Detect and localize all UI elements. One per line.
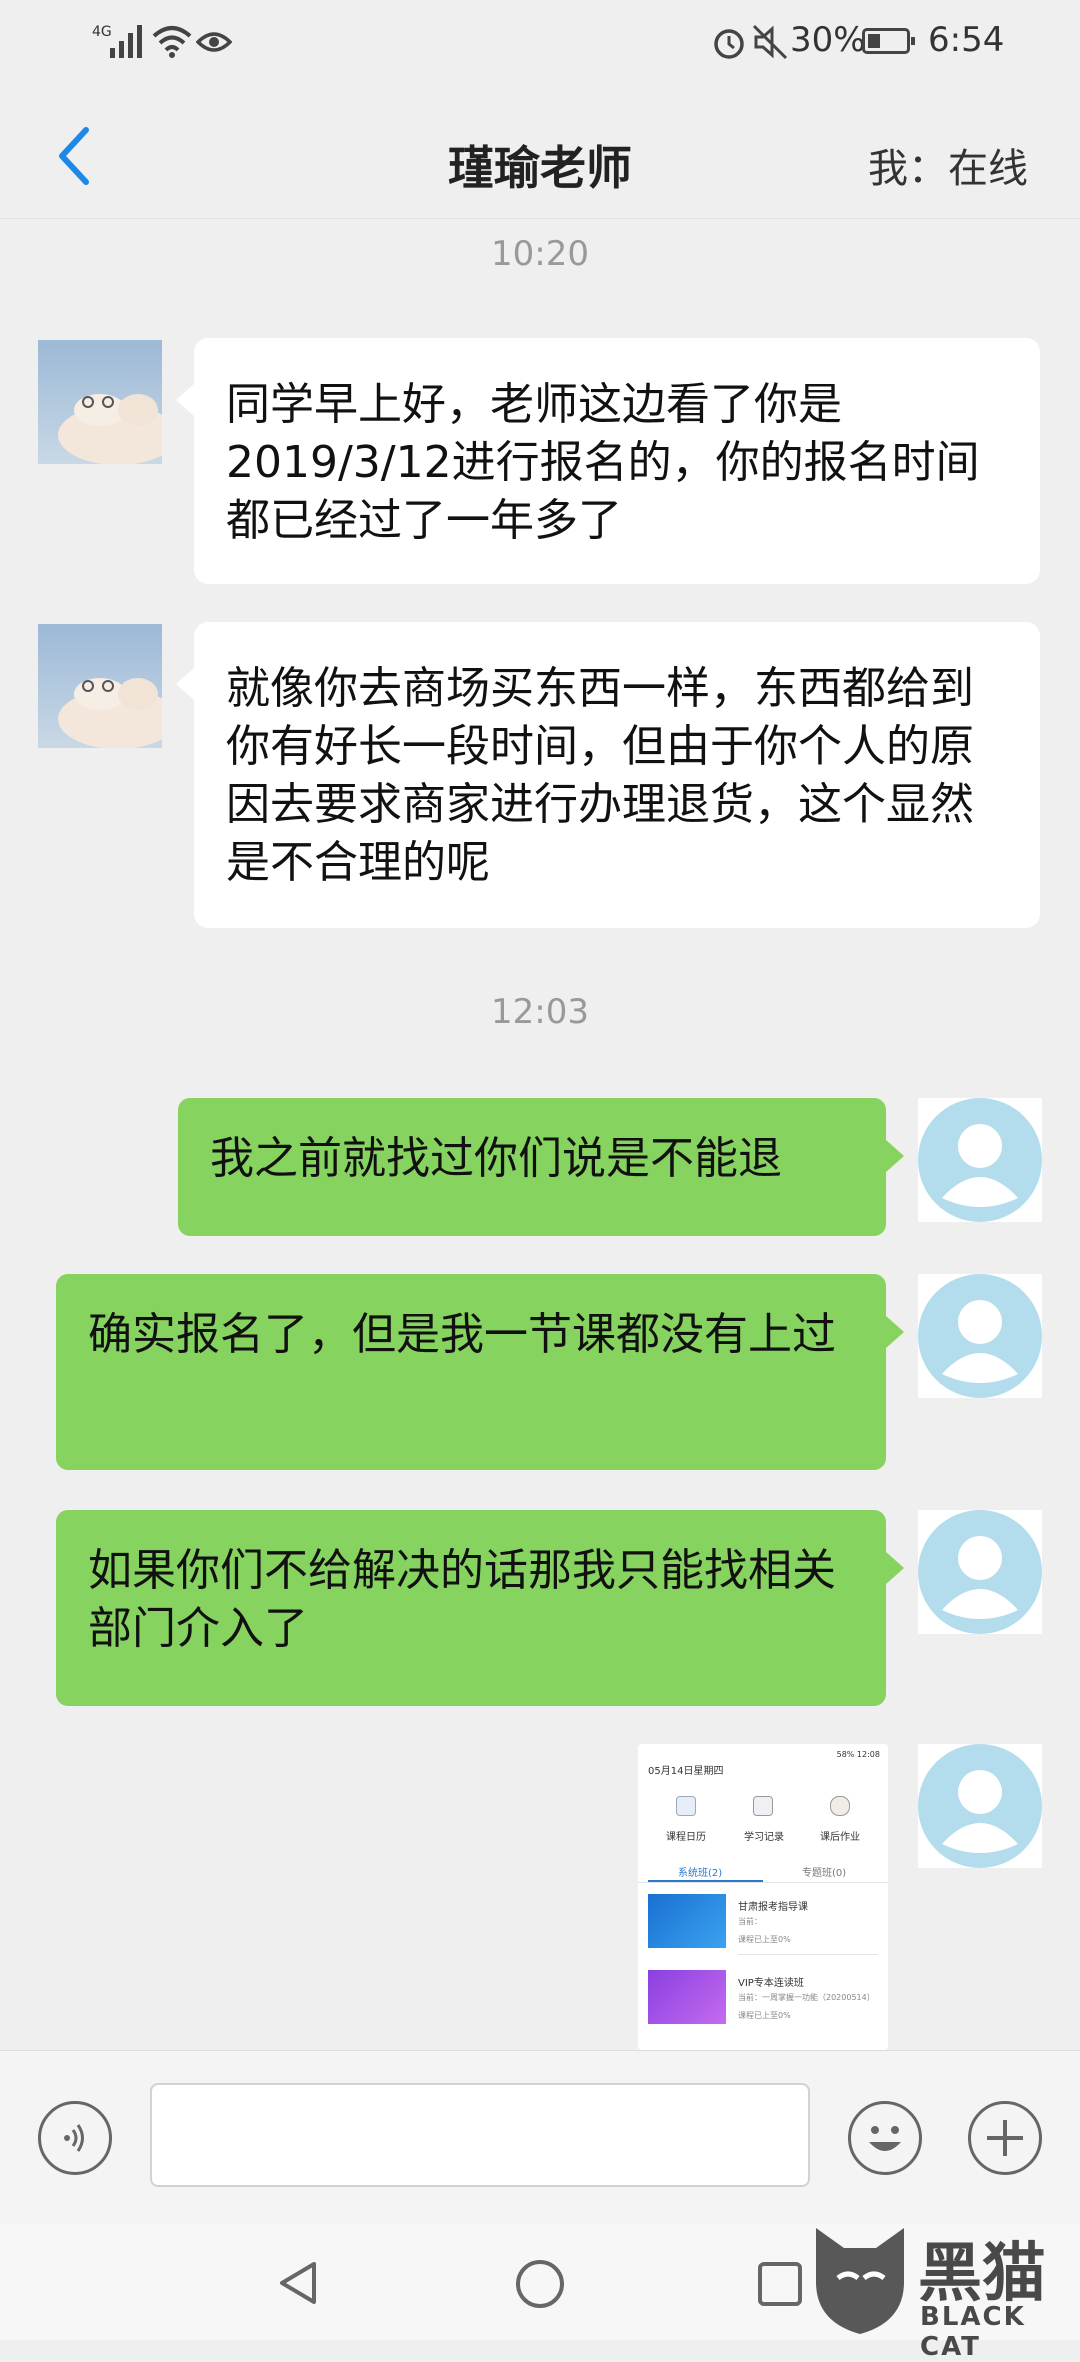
sent-message[interactable]: 确实报名了，但是我一节课都没有上过 — [56, 1274, 904, 1470]
thumb-icon-label: 课后作业 — [820, 1832, 860, 1843]
user-avatar[interactable] — [918, 1510, 1042, 1634]
alarm-icon — [714, 29, 744, 59]
emoji-button[interactable] — [848, 2101, 922, 2175]
received-message[interactable]: 就像你去商场买东西一样，东西都给到你有好长一段时间，但由于你个人的原因去要求商家… — [176, 622, 1040, 928]
timestamp: 12:03 — [491, 992, 589, 1032]
teacher-avatar[interactable] — [38, 624, 162, 748]
status-bar: 4G 30% 6:54 — [0, 0, 1080, 84]
course-progress: 课程已上至0% — [738, 1935, 791, 1944]
smiley-icon — [869, 2126, 901, 2151]
user-avatar[interactable] — [918, 1744, 1042, 1868]
message-text: 如果你们不给解决的话那我只能找相关部门介入了 — [88, 1545, 836, 1654]
user-avatar[interactable] — [918, 1098, 1042, 1222]
voice-icon — [64, 2124, 84, 2152]
course-sub: 当前：一周掌握一功能（20200514） — [738, 1993, 875, 2002]
sent-message[interactable]: 我之前就找过你们说是不能退 — [178, 1098, 904, 1236]
message-text: 同学早上好，老师这边看了你是2019/3/12进行报名的，你的报名时间都已经过了… — [226, 379, 980, 546]
plus-icon — [987, 2120, 1023, 2156]
homework-icon — [830, 1796, 850, 1816]
watermark-cn: 黑猫 — [918, 2237, 1046, 2311]
course-cover-image — [648, 1894, 726, 1948]
network-label: 4G — [92, 24, 112, 40]
signal-icon — [110, 25, 142, 58]
thumb-divider — [738, 1954, 878, 1955]
black-cat-watermark: 黑猫 BLACK CAT — [808, 2218, 1080, 2362]
course-title: 甘肃报考指导课 — [738, 1902, 808, 1913]
record-icon — [753, 1796, 773, 1816]
battery-percent: 30% — [790, 20, 866, 60]
thumb-tab: 系统班(2) — [678, 1868, 723, 1879]
more-button[interactable] — [968, 2101, 1042, 2175]
message-input[interactable] — [150, 2083, 810, 2187]
cat-logo-icon — [816, 2228, 904, 2334]
thumb-divider — [638, 1882, 888, 1883]
teacher-avatar[interactable] — [38, 340, 162, 464]
message-text: 我之前就找过你们说是不能退 — [210, 1133, 782, 1184]
message-text: 确实报名了，但是我一节课都没有上过 — [88, 1309, 836, 1360]
thumb-tab: 专题班(0) — [802, 1868, 847, 1879]
message-input-bar — [0, 2050, 1080, 2225]
online-status[interactable]: 我：在线 — [868, 136, 1028, 194]
sent-image-message[interactable]: 58% 12:08 05月14日星期四 课程日历 学习记录 课后作业 系统班(2… — [638, 1744, 888, 2050]
course-title: VIP专本连读班 — [738, 1978, 804, 1989]
battery-icon — [862, 28, 915, 54]
timestamp: 10:20 — [491, 234, 589, 274]
calendar-icon — [676, 1796, 696, 1816]
thumb-date: 05月14日星期四 — [648, 1766, 724, 1777]
user-avatar[interactable] — [918, 1274, 1042, 1398]
eye-icon — [196, 32, 232, 52]
recents-square-icon[interactable] — [756, 2260, 804, 2308]
thumb-status: 58% 12:08 — [836, 1750, 880, 1759]
wifi-icon — [152, 26, 192, 58]
voice-button[interactable] — [38, 2101, 112, 2175]
clock: 6:54 — [928, 20, 1005, 60]
course-sub: 当前： — [738, 1917, 762, 1926]
course-progress: 课程已上至0% — [738, 2011, 791, 2020]
received-message[interactable]: 同学早上好，老师这边看了你是2019/3/12进行报名的，你的报名时间都已经过了… — [176, 338, 1040, 584]
watermark-en: BLACK CAT — [920, 2302, 1026, 2362]
back-triangle-icon[interactable] — [274, 2258, 324, 2308]
thumb-icon-label: 学习记录 — [744, 1832, 784, 1843]
course-cover-image — [648, 1970, 726, 2024]
thumb-icon-label: 课程日历 — [666, 1832, 706, 1843]
home-circle-icon[interactable] — [514, 2258, 566, 2310]
sent-message[interactable]: 如果你们不给解决的话那我只能找相关部门介入了 — [56, 1510, 904, 1706]
mute-icon — [752, 24, 788, 60]
chat-header: 瑾瑜老师 我：在线 — [0, 84, 1080, 219]
message-text: 就像你去商场买东西一样，东西都给到你有好长一段时间，但由于你个人的原因去要求商家… — [226, 663, 974, 888]
